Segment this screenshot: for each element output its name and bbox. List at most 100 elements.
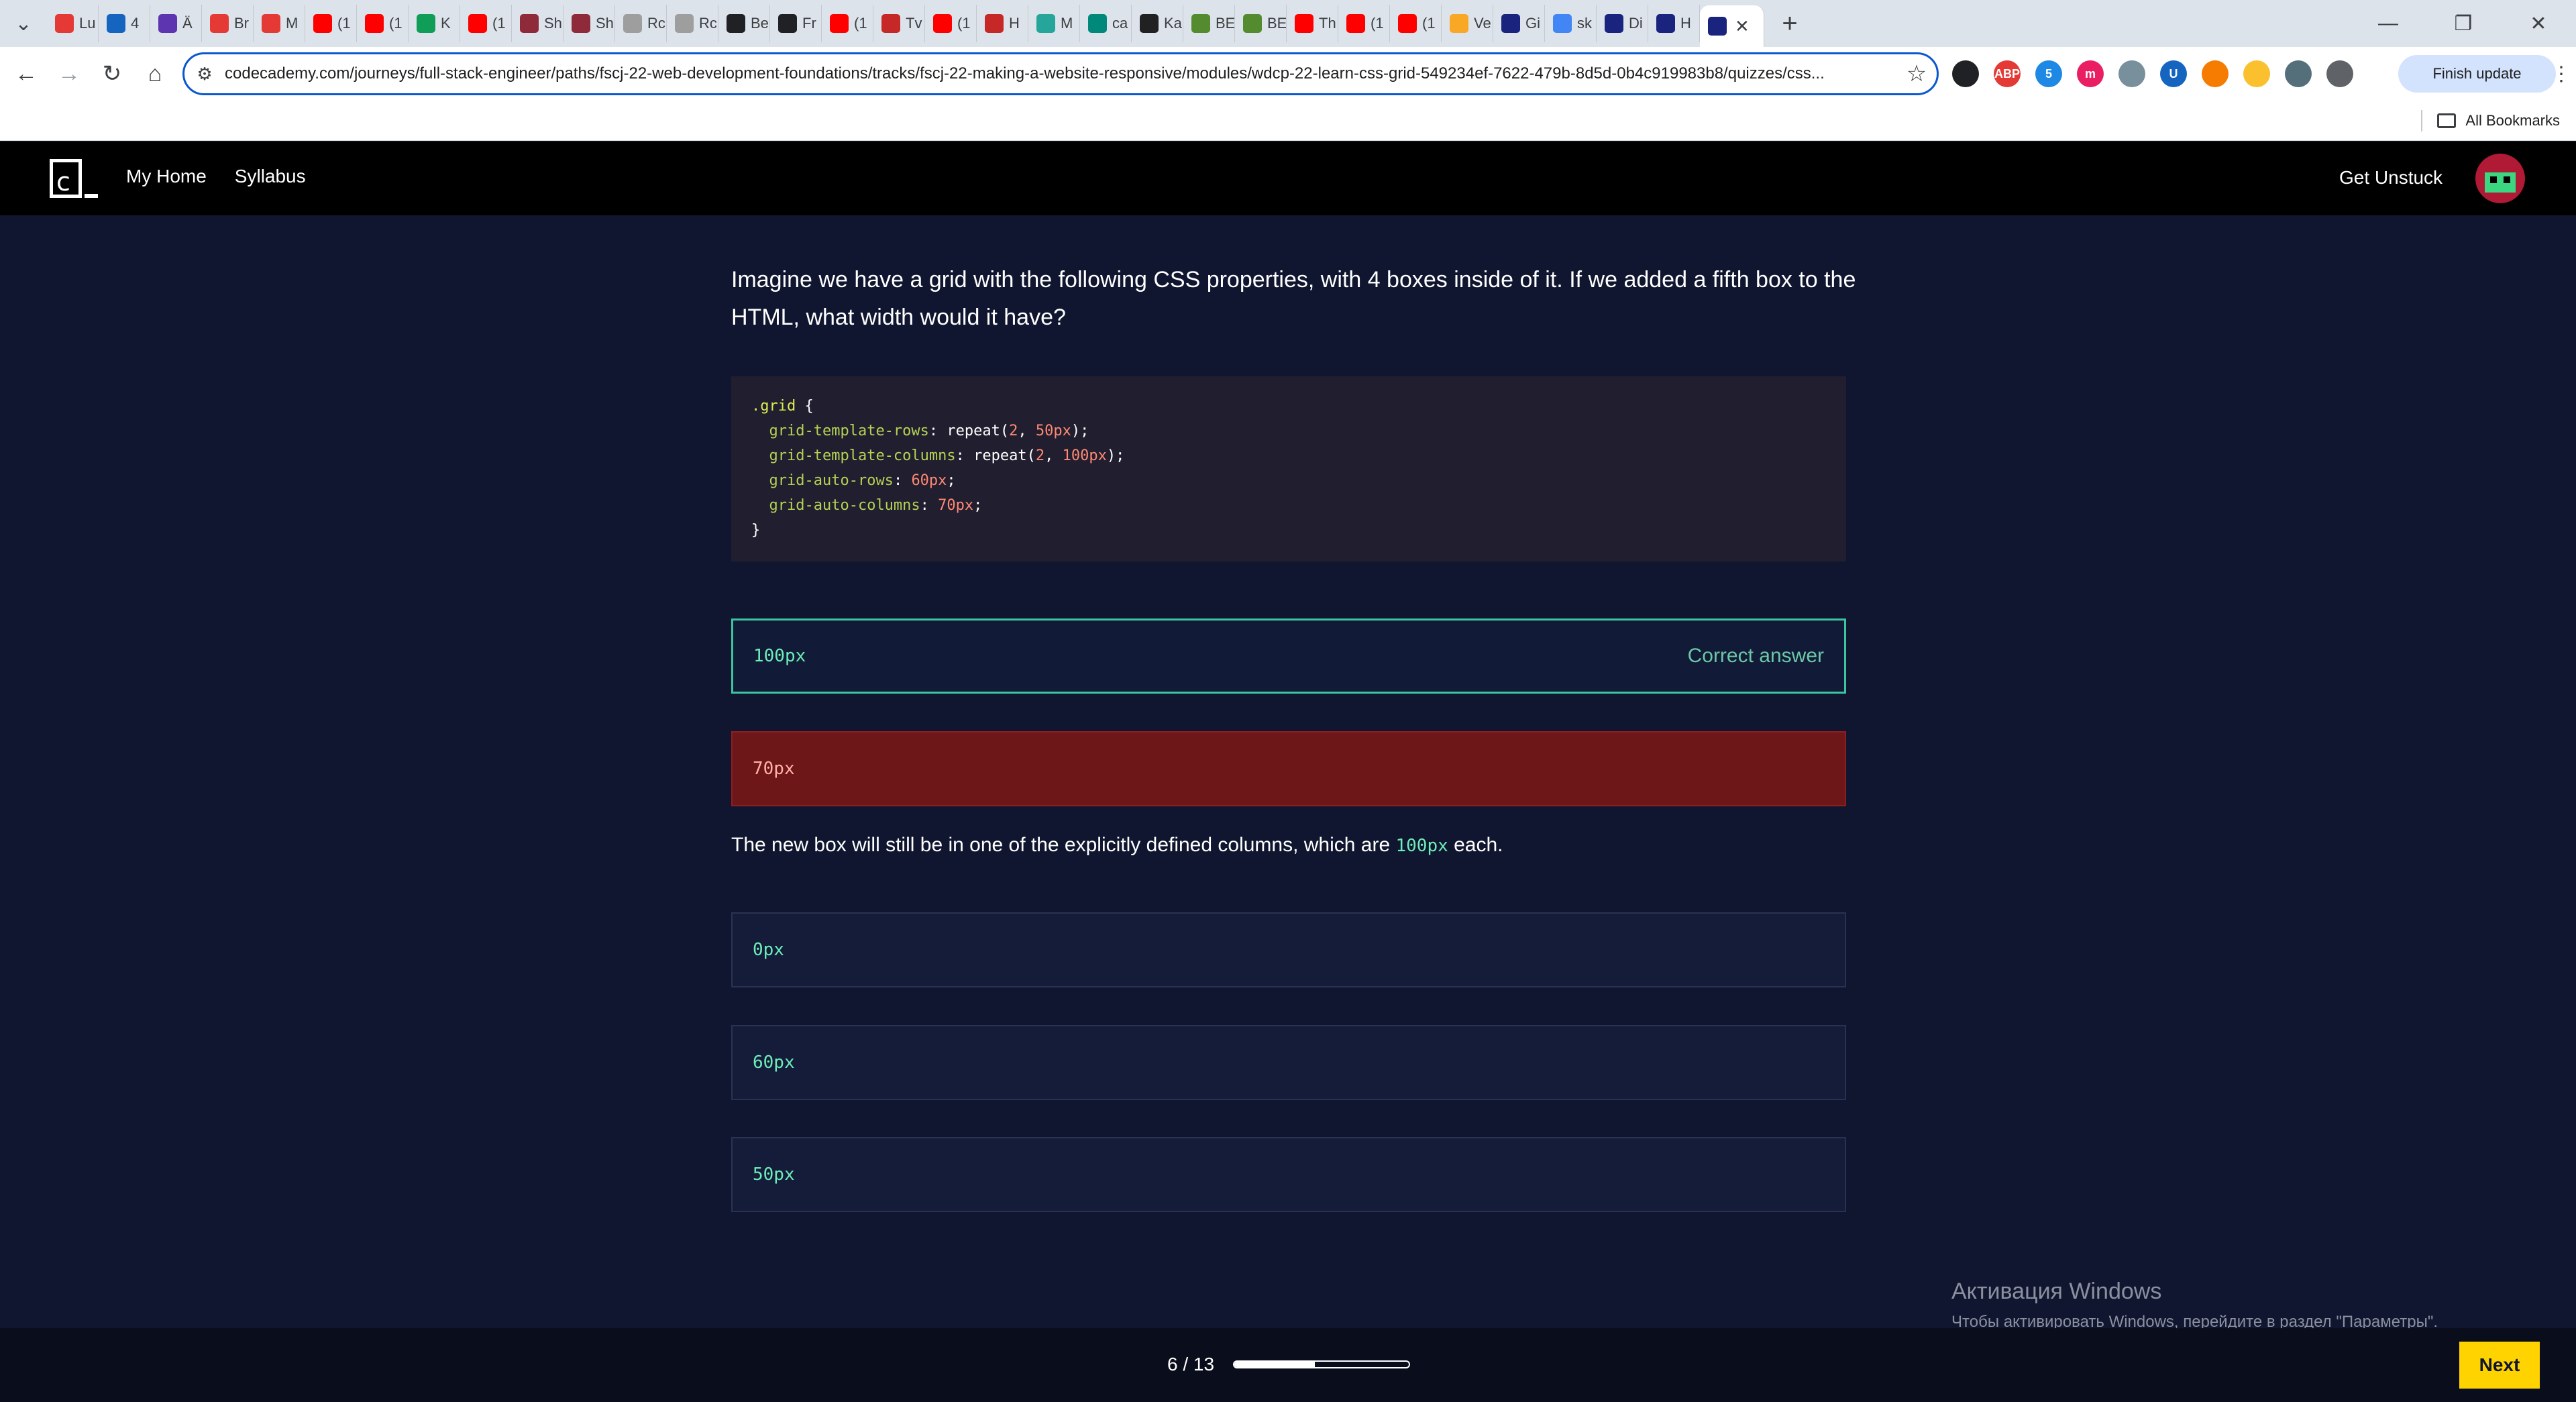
browser-tab[interactable]: Br [202, 5, 254, 42]
metamask-icon[interactable] [2202, 60, 2229, 87]
extension-badge-5-icon[interactable]: 5 [2035, 60, 2062, 87]
browser-tab[interactable]: 4 [99, 5, 150, 42]
tab-title: Tv [906, 15, 922, 32]
all-bookmarks-button[interactable]: All Bookmarks [2421, 109, 2560, 133]
browser-tab[interactable]: (1 [460, 5, 512, 42]
code-fn-open: repeat( [973, 447, 1036, 464]
answer-option-100px[interactable]: 100px Correct answer [731, 618, 1846, 694]
bookmark-star-icon[interactable]: ☆ [1896, 60, 1937, 87]
browser-tab[interactable]: K [409, 5, 460, 42]
tab-favicon-icon [210, 14, 229, 33]
url-text[interactable]: codecademy.com/journeys/full-stack-engin… [225, 64, 1896, 83]
tab-title: M [286, 15, 299, 32]
tab-search-chevron-icon[interactable]: ⌄ [0, 0, 47, 47]
browser-tab[interactable]: Be [718, 5, 770, 42]
restore-icon[interactable]: ❐ [2426, 0, 2501, 47]
browser-tab[interactable]: Gi [1493, 5, 1545, 42]
back-icon[interactable]: ← [5, 53, 47, 95]
browser-tab[interactable]: Di [1597, 5, 1648, 42]
browser-tab[interactable]: sk [1545, 5, 1597, 42]
home-icon[interactable]: ⌂ [134, 53, 176, 95]
browser-tab[interactable]: Rc [615, 5, 667, 42]
browser-tab[interactable]: (1 [305, 5, 357, 42]
code-selector: .grid [751, 398, 796, 415]
pinterest-style-icon[interactable]: m [2077, 60, 2104, 87]
browser-tab[interactable]: BE [1183, 5, 1235, 42]
next-button[interactable]: Next [2459, 1342, 2540, 1389]
browser-tab[interactable]: Rc [667, 5, 718, 42]
tab-favicon-icon [1553, 14, 1572, 33]
browser-tab[interactable]: (1 [357, 5, 409, 42]
browser-tab[interactable]: (1 [1338, 5, 1390, 42]
browser-tab[interactable]: Lu [47, 5, 99, 42]
browser-tab-active[interactable]: ✕ [1700, 5, 1764, 47]
avatar[interactable] [2475, 154, 2525, 203]
minimize-icon[interactable]: — [2351, 0, 2426, 47]
answer-label: 0px [753, 940, 784, 960]
browser-tab[interactable]: Tv [873, 5, 925, 42]
tab-favicon-icon [313, 14, 332, 33]
get-unstuck-button[interactable]: Get Unstuck [2339, 167, 2443, 188]
new-tab-button[interactable]: + [1770, 3, 1810, 44]
browser-tab[interactable]: (1 [1390, 5, 1442, 42]
tab-favicon-icon [1191, 14, 1210, 33]
site-header: c My Home Syllabus Get Unstuck [0, 142, 2576, 215]
tab-title: Fr [802, 15, 816, 32]
browser-tab[interactable]: M [1028, 5, 1080, 42]
browser-tab[interactable]: H [1648, 5, 1700, 42]
tab-title: BE [1216, 15, 1235, 32]
puzzle-icon[interactable] [2326, 60, 2353, 87]
tab-title: Br [234, 15, 249, 32]
tab-title: Sh [596, 15, 614, 32]
browser-menu-icon[interactable]: ⋮ [2551, 55, 2571, 93]
browser-tab[interactable]: (1 [822, 5, 873, 42]
answer-option-0px[interactable]: 0px [731, 912, 1846, 987]
address-bar[interactable]: ⚙ codecademy.com/journeys/full-stack-eng… [182, 52, 1939, 95]
tab-close-icon[interactable]: ✕ [1735, 16, 1750, 37]
tab-title: (1 [389, 15, 402, 32]
tab-favicon-icon [1295, 14, 1313, 33]
tab-favicon-icon [468, 14, 487, 33]
browser-tab[interactable]: Ä [150, 5, 202, 42]
avatar-face [2485, 172, 2516, 193]
nav-syllabus[interactable]: Syllabus [235, 166, 306, 187]
answer-option-50px[interactable]: 50px [731, 1137, 1846, 1212]
tab-title: Lu [79, 15, 96, 32]
bitwarden-icon[interactable]: U [2160, 60, 2187, 87]
browser-tab[interactable]: Sh [564, 5, 615, 42]
code-line-selector: .grid { [751, 394, 1826, 419]
browser-tab[interactable]: Th [1287, 5, 1338, 42]
tab-title: BE [1267, 15, 1287, 32]
browser-tab[interactable]: BE [1235, 5, 1287, 42]
browser-tab[interactable]: Ka [1132, 5, 1183, 42]
code-line-close: } [751, 518, 1826, 543]
code-number: 2 [1035, 447, 1045, 464]
browser-tab[interactable]: ca [1080, 5, 1132, 42]
browser-tab[interactable]: Fr [770, 5, 822, 42]
browser-tab[interactable]: M [254, 5, 305, 42]
answer-label: 70px [753, 759, 795, 779]
explanation-text-end: each. [1448, 834, 1503, 856]
codecademy-logo-icon[interactable]: c [50, 159, 99, 198]
answer-explanation: The new box will still be in one of the … [731, 834, 1858, 857]
bolt-extension-icon[interactable] [2243, 60, 2270, 87]
extension-badge-icon[interactable] [2118, 60, 2145, 87]
tab-title: Gi [1525, 15, 1540, 32]
circle-extension-icon[interactable] [1952, 60, 1979, 87]
finish-update-button[interactable]: Finish update [2398, 55, 2556, 93]
site-info-icon[interactable]: ⚙ [184, 64, 225, 85]
tab-favicon-icon [1656, 14, 1675, 33]
browser-tab[interactable]: H [977, 5, 1028, 42]
forward-icon[interactable]: → [48, 53, 90, 95]
adblock-icon[interactable]: ABP [1994, 60, 2021, 87]
browser-tab[interactable]: Ve [1442, 5, 1493, 42]
browser-tab[interactable]: (1 [925, 5, 977, 42]
gear-extension-icon[interactable] [2285, 60, 2312, 87]
browser-tab[interactable]: Sh [512, 5, 564, 42]
correct-answer-flag: Correct answer [1687, 645, 1824, 667]
answer-option-60px[interactable]: 60px [731, 1025, 1846, 1100]
nav-my-home[interactable]: My Home [126, 166, 207, 187]
close-window-icon[interactable]: ✕ [2501, 0, 2576, 47]
answer-option-70px[interactable]: 70px [731, 731, 1846, 806]
reload-icon[interactable]: ↻ [91, 53, 133, 95]
